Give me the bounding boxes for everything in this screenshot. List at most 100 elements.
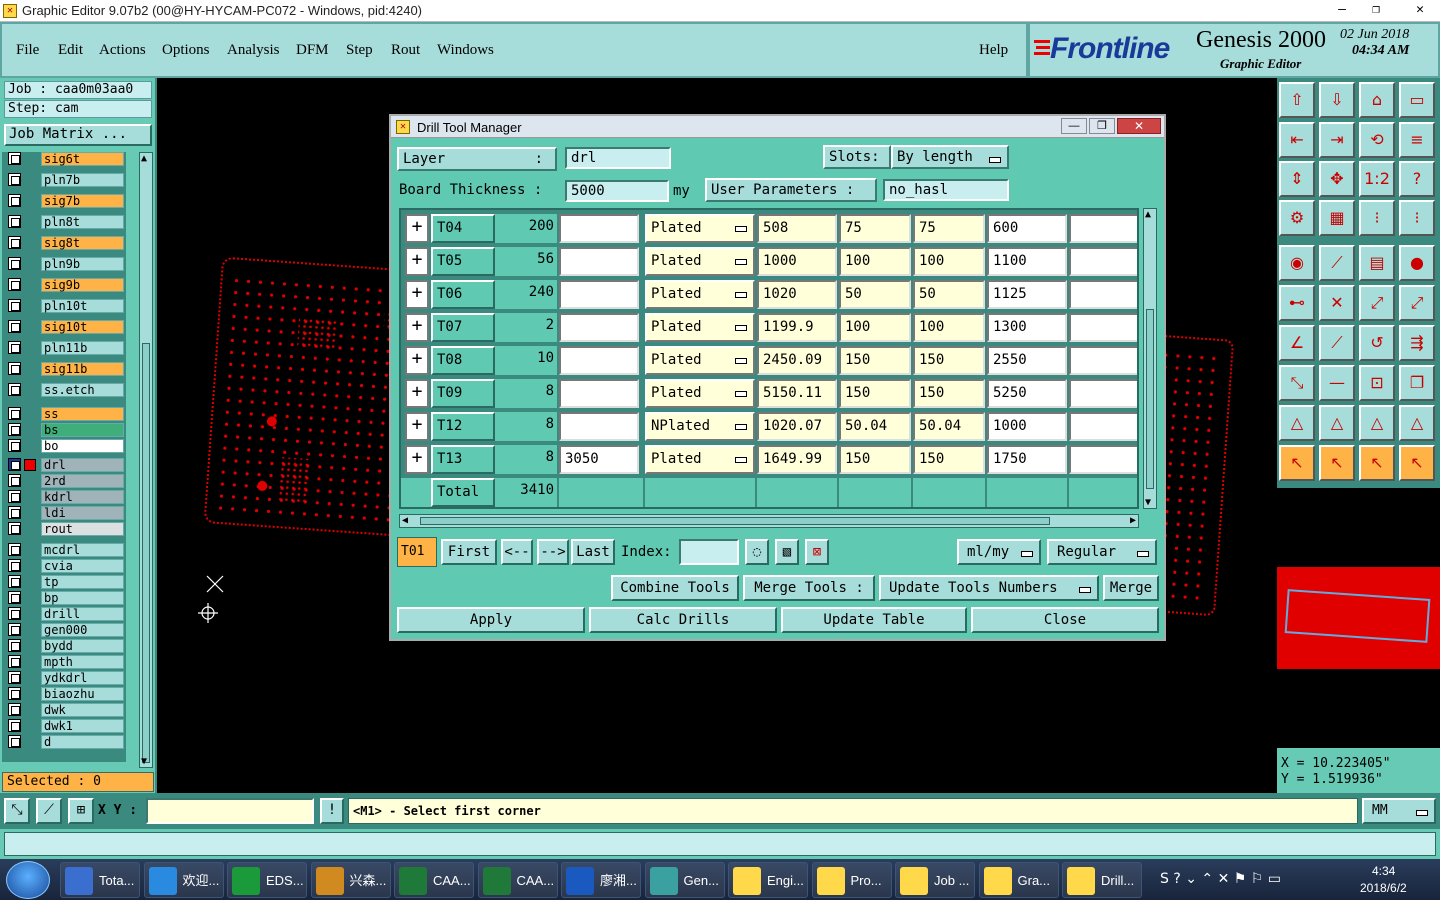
scroll-right-icon[interactable]: ▶ bbox=[1130, 515, 1136, 526]
layer-checkbox[interactable] bbox=[8, 458, 21, 471]
tool-32-icon[interactable]: ❐ bbox=[1399, 365, 1435, 401]
layer-name[interactable]: gen000 bbox=[41, 623, 124, 637]
slot-length-input[interactable] bbox=[559, 280, 639, 309]
slot-length-input[interactable] bbox=[559, 247, 639, 276]
scroll-thumb[interactable] bbox=[142, 343, 150, 763]
tolerance-minus-input[interactable]: 150 bbox=[913, 379, 985, 408]
layer-checkbox[interactable] bbox=[8, 639, 21, 652]
scroll-down-icon[interactable]: ▼ bbox=[1145, 497, 1151, 508]
layer-name[interactable]: sig9b bbox=[41, 278, 124, 292]
calc-drills-button[interactable]: Calc Drills bbox=[589, 607, 777, 633]
layer-name[interactable]: cvia bbox=[41, 559, 124, 573]
close-window-button[interactable]: ✕ bbox=[1400, 0, 1440, 20]
board-thickness-input[interactable]: 5000 bbox=[565, 180, 669, 202]
close-button[interactable]: Close bbox=[971, 607, 1159, 633]
finish-size-input[interactable]: 1020.07 bbox=[757, 412, 837, 441]
extra-input[interactable] bbox=[1069, 280, 1137, 309]
layer-name[interactable]: sig11b bbox=[41, 362, 124, 376]
tool-40-icon[interactable]: ↖ bbox=[1399, 445, 1435, 481]
layer-checkbox[interactable] bbox=[8, 383, 21, 396]
menu-help[interactable]: Help bbox=[979, 42, 1008, 59]
tool-4-icon[interactable]: ▭ bbox=[1399, 82, 1435, 118]
drill-size-input[interactable]: 2550 bbox=[987, 346, 1067, 375]
layer-name[interactable]: sig6t bbox=[41, 152, 124, 166]
layer-checkbox[interactable] bbox=[8, 735, 21, 748]
finish-size-input[interactable]: 2450.09 bbox=[757, 346, 837, 375]
drill-size-input[interactable]: 1100 bbox=[987, 247, 1067, 276]
tool-27-icon[interactable]: ↺ bbox=[1359, 325, 1395, 361]
minimize-button[interactable]: — bbox=[1328, 0, 1356, 20]
layer-name[interactable]: drl bbox=[41, 458, 124, 472]
plating-type-dropdown[interactable]: Plated bbox=[645, 379, 755, 408]
layer-name[interactable]: sig7b bbox=[41, 194, 124, 208]
job-matrix-button[interactable]: Job Matrix ... bbox=[4, 124, 152, 146]
taskbar-item[interactable]: Job ... bbox=[895, 862, 975, 898]
tool-34-icon[interactable]: △ bbox=[1319, 405, 1355, 441]
layer-name[interactable]: ss bbox=[41, 407, 124, 421]
layer-checkbox[interactable] bbox=[8, 575, 21, 588]
layer-checkbox[interactable] bbox=[8, 687, 21, 700]
layer-name[interactable]: pln7b bbox=[41, 173, 124, 187]
layer-name[interactable]: pln9b bbox=[41, 257, 124, 271]
plating-type-dropdown[interactable]: Plated bbox=[645, 346, 755, 375]
layer-checkbox[interactable] bbox=[8, 591, 21, 604]
layer-checkbox[interactable] bbox=[8, 719, 21, 732]
tool-35-icon[interactable]: △ bbox=[1359, 405, 1395, 441]
drill-size-input[interactable]: 1750 bbox=[987, 445, 1067, 474]
extra-input[interactable] bbox=[1069, 214, 1137, 243]
taskbar-item[interactable]: CAA... bbox=[477, 862, 558, 898]
measure-icon[interactable]: ⟋ bbox=[36, 798, 62, 824]
tool-13-icon[interactable]: ⚙ bbox=[1279, 200, 1315, 236]
taskbar-item[interactable]: EDS... bbox=[227, 862, 307, 898]
tool-23-icon[interactable]: ⤢ bbox=[1359, 285, 1395, 321]
table-hscroll[interactable]: ◀ ▶ bbox=[399, 514, 1139, 528]
tool-33-icon[interactable]: △ bbox=[1279, 405, 1315, 441]
tool-21-icon[interactable]: ⊷ bbox=[1279, 285, 1315, 321]
finish-size-input[interactable]: 5150.11 bbox=[757, 379, 837, 408]
extra-input[interactable] bbox=[1069, 346, 1137, 375]
layer-name[interactable]: 2rd bbox=[41, 474, 124, 488]
layer-name[interactable]: sig10t bbox=[41, 320, 124, 334]
menu-dfm[interactable]: DFM bbox=[296, 42, 329, 59]
layer-checkbox[interactable] bbox=[8, 407, 21, 420]
tolerance-minus-input[interactable]: 100 bbox=[913, 247, 985, 276]
layer-name[interactable]: biaozhu bbox=[41, 687, 124, 701]
scroll-down-icon[interactable]: ▼ bbox=[141, 756, 147, 767]
menu-edit[interactable]: Edit bbox=[58, 42, 83, 59]
extra-input[interactable] bbox=[1069, 247, 1137, 276]
layer-checkbox[interactable] bbox=[8, 559, 21, 572]
plating-type-dropdown[interactable]: Plated bbox=[645, 214, 755, 243]
layer-name[interactable]: bp bbox=[41, 591, 124, 605]
tool-24-icon[interactable]: ⤢ bbox=[1399, 285, 1435, 321]
first-button[interactable]: First bbox=[441, 539, 497, 565]
layer-checkbox[interactable] bbox=[8, 257, 21, 270]
drill-size-input[interactable]: 1300 bbox=[987, 313, 1067, 342]
next-button[interactable]: --> bbox=[537, 539, 569, 565]
plating-type-dropdown[interactable]: Plated bbox=[645, 280, 755, 309]
mode-dropdown[interactable]: Regular bbox=[1047, 539, 1157, 565]
tool-19-icon[interactable]: ▤ bbox=[1359, 245, 1395, 281]
tool-11-icon[interactable]: 1:2 bbox=[1359, 161, 1395, 197]
expand-icon[interactable]: + bbox=[405, 280, 429, 309]
user-parameters-field[interactable]: no_hasl bbox=[883, 179, 1009, 201]
layer-checkbox[interactable] bbox=[8, 623, 21, 636]
menu-actions[interactable]: Actions bbox=[99, 42, 146, 59]
maximize-button[interactable]: ❐ bbox=[1362, 0, 1390, 20]
layer-checkbox[interactable] bbox=[8, 299, 21, 312]
xy-input[interactable] bbox=[146, 798, 314, 824]
expand-icon[interactable]: + bbox=[405, 214, 429, 243]
layer-name[interactable]: rout bbox=[41, 522, 124, 536]
plating-type-dropdown[interactable]: Plated bbox=[645, 445, 755, 474]
finish-size-input[interactable]: 1000 bbox=[757, 247, 837, 276]
dialog-close-icon[interactable]: ✕ bbox=[1117, 118, 1161, 134]
tolerance-minus-input[interactable]: 100 bbox=[913, 313, 985, 342]
drill-size-input[interactable]: 1000 bbox=[987, 412, 1067, 441]
taskbar-item[interactable]: Pro... bbox=[811, 862, 892, 898]
menu-analysis[interactable]: Analysis bbox=[227, 42, 280, 59]
tool-20-icon[interactable]: ● bbox=[1399, 245, 1435, 281]
tool-18-icon[interactable]: ⟋ bbox=[1319, 245, 1355, 281]
layer-checkbox[interactable] bbox=[8, 152, 21, 165]
delete-icon[interactable]: ⊠ bbox=[805, 539, 829, 565]
menu-file[interactable]: File bbox=[16, 42, 39, 59]
image-icon[interactable]: ▧ bbox=[775, 539, 799, 565]
